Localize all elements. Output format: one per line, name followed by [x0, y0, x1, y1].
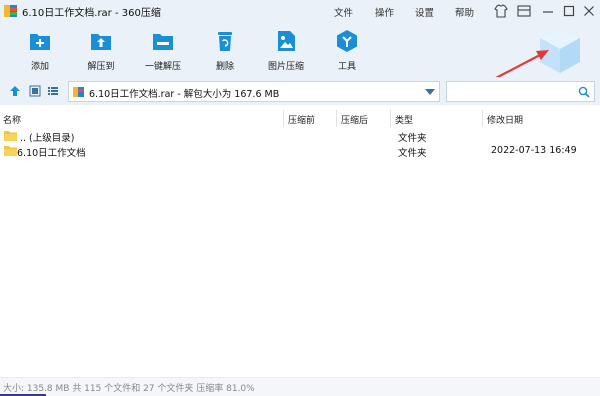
chevron-down-icon[interactable] [425, 89, 435, 96]
options-menu-icon[interactable] [515, 2, 533, 20]
address-row: 6.10日工作文档.rar - 解包大小为 167.6 MB [0, 77, 600, 105]
one-click-extract-label: 一键解压 [144, 62, 181, 72]
add-label: 添加 [30, 62, 49, 72]
image-compress-button[interactable]: 图片压缩 [258, 26, 314, 76]
path-text: 6.10日工作文档.rar - 解包大小为 167.6 MB [89, 89, 280, 100]
extract-to-button[interactable]: 解压到 [73, 26, 129, 76]
column-divider[interactable] [336, 110, 337, 127]
menu-action[interactable]: 操作 [375, 5, 394, 19]
column-type[interactable]: 类型 [395, 113, 413, 126]
status-text: 大小: 135.8 MB 共 115 个文件和 27 个文件夹 压缩率 81.0… [3, 384, 255, 394]
menu-help[interactable]: 帮助 [455, 5, 474, 19]
up-level-icon[interactable] [9, 85, 21, 97]
column-modified-date[interactable]: 修改日期 [487, 113, 523, 126]
path-field[interactable]: 6.10日工作文档.rar - 解包大小为 167.6 MB [68, 81, 440, 102]
image-compress-icon [278, 31, 295, 51]
tools-label: 工具 [337, 62, 356, 72]
menu-settings[interactable]: 设置 [415, 5, 434, 19]
window-title: 6.10日工作文档.rar - 360压缩 [22, 8, 161, 19]
main-toolbar: 添加 解压到 一键解压 删除 图片压缩 工具 [0, 23, 600, 80]
archive-icon [73, 87, 84, 97]
close-icon[interactable] [580, 2, 598, 20]
one-click-extract-icon [153, 34, 173, 50]
row-type: 文件夹 [398, 148, 427, 159]
title-bar: 6.10日工作文档.rar - 360压缩 文件 操作 设置 帮助 [0, 0, 600, 23]
list-view-icon[interactable] [47, 85, 59, 97]
column-divider[interactable] [283, 110, 284, 127]
column-size-after[interactable]: 压缩后 [341, 113, 368, 126]
trash-icon [218, 32, 232, 51]
add-button[interactable]: 添加 [12, 26, 68, 76]
image-compress-label: 图片压缩 [267, 62, 304, 72]
folder-icon [4, 146, 17, 156]
table-row[interactable]: 6.10日工作文档 文件夹 2022-07-13 16:49 [0, 144, 600, 159]
status-bar: 大小: 135.8 MB 共 115 个文件和 27 个文件夹 压缩率 81.0… [0, 377, 600, 396]
column-name[interactable]: 名称 [3, 113, 21, 126]
delete-label: 删除 [215, 62, 234, 72]
one-click-extract-button[interactable]: 一键解压 [135, 26, 191, 76]
search-icon[interactable] [578, 86, 590, 98]
delete-button[interactable]: 删除 [197, 26, 253, 76]
list-header: 名称 压缩前 压缩后 类型 修改日期 [0, 110, 600, 127]
tools-icon [337, 30, 357, 52]
tools-button[interactable]: 工具 [319, 26, 375, 76]
minimize-icon[interactable] [539, 2, 557, 20]
menu-file[interactable]: 文件 [334, 5, 353, 19]
row-name: 6.10日工作文档 [17, 148, 86, 159]
app-logo-icon [4, 5, 17, 17]
row-date: 2022-07-13 16:49 [491, 145, 577, 156]
add-icon [30, 34, 50, 50]
skin-shirt-icon[interactable] [492, 2, 510, 20]
column-size-before[interactable]: 压缩前 [288, 113, 315, 126]
thumbnail-view-icon[interactable] [29, 85, 41, 97]
column-divider[interactable] [482, 110, 483, 127]
extract-to-label: 解压到 [87, 62, 115, 72]
search-input[interactable] [446, 81, 595, 102]
extract-to-icon [91, 34, 111, 50]
row-type: 文件夹 [398, 133, 427, 144]
column-divider[interactable] [390, 110, 391, 127]
folder-icon [4, 131, 17, 141]
row-name: .. (上级目录) [20, 133, 75, 144]
table-row[interactable]: .. (上级目录) 文件夹 [0, 129, 600, 144]
maximize-icon[interactable] [560, 2, 578, 20]
